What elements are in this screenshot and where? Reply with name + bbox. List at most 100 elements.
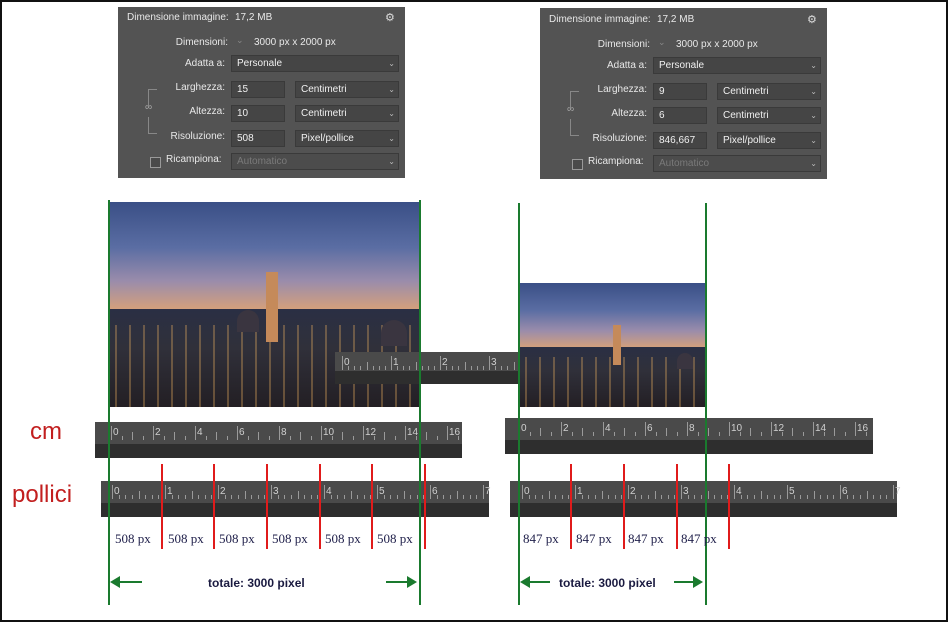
ruler-minor-tick — [753, 495, 755, 499]
ruler-major-tick — [561, 422, 562, 436]
ruler-minor-tick — [390, 495, 392, 499]
fit-select[interactable]: Personale ⌄ — [231, 55, 399, 72]
ruler-minor-tick — [667, 495, 669, 499]
ruler-minor-tick — [800, 495, 802, 499]
res-input[interactable]: 846,667 — [653, 132, 707, 149]
cm-label: cm — [30, 418, 62, 445]
ruler-minor-tick — [550, 432, 552, 436]
res-unit-select[interactable]: Pixel/pollice ⌄ — [295, 130, 399, 147]
photo-sky — [109, 202, 419, 315]
ruler-minor-tick — [396, 495, 398, 499]
ruler-minor-tick — [541, 495, 543, 499]
ruler-major-tick — [483, 485, 484, 499]
ruler-minor-tick — [343, 495, 345, 499]
resample-select[interactable]: Automatico ⌄ — [231, 153, 399, 170]
width-input[interactable]: 9 — [653, 83, 707, 100]
height-input[interactable]: 6 — [653, 107, 707, 124]
ruler-minor-tick — [641, 495, 643, 499]
resample-value: Automatico — [237, 156, 288, 167]
ruler-minor-tick — [482, 366, 484, 370]
green-guide-line — [108, 200, 110, 605]
inch-marker — [424, 464, 426, 549]
res-unit-select[interactable]: Pixel/pollice ⌄ — [717, 132, 821, 149]
gear-icon[interactable]: ⚙ — [385, 11, 395, 24]
chevron-down-icon: ⌄ — [388, 59, 395, 68]
photo-dome — [381, 320, 407, 346]
fit-select[interactable]: Personale ⌄ — [653, 57, 821, 74]
height-input[interactable]: 10 — [231, 105, 285, 122]
ruler-minor-tick — [360, 366, 362, 370]
ruler-minor-tick — [806, 495, 808, 499]
ruler-minor-tick — [767, 495, 769, 499]
resample-checkbox[interactable] — [572, 159, 583, 170]
ruler-minor-tick — [415, 436, 417, 440]
ruler-minor-tick — [378, 366, 380, 370]
fit-select-value: Personale — [237, 58, 283, 69]
chain-link-icon[interactable]: ∞ — [567, 104, 574, 115]
ruler-minor-tick — [676, 432, 678, 436]
ruler-tick-label: 7 — [485, 486, 491, 497]
ruler-minor-tick — [601, 491, 603, 499]
width-input[interactable]: 15 — [231, 81, 285, 98]
ruler-minor-tick — [216, 432, 217, 440]
ruler-tick-label: 7 — [895, 486, 901, 497]
width-unit-select[interactable]: Centimetri ⌄ — [717, 83, 821, 100]
ruler-major-tick — [813, 422, 814, 436]
ruler-major-tick — [363, 426, 364, 440]
ruler-minor-tick — [707, 491, 709, 499]
ruler-minor-tick — [290, 495, 292, 499]
ruler-major-tick — [522, 485, 523, 499]
photo-tower — [266, 272, 278, 342]
ruler-minor-tick — [773, 495, 775, 499]
ruler-major-tick — [734, 485, 735, 499]
inch-marker — [728, 464, 730, 549]
dimension-chevron-icon[interactable]: ⌄ — [236, 35, 244, 46]
ruler-minor-tick — [409, 366, 411, 370]
green-guide-line — [518, 203, 520, 605]
ruler-minor-tick — [879, 495, 881, 499]
ruler-minor-tick — [426, 432, 427, 440]
ruler-minor-tick — [125, 495, 127, 499]
ruler-minor-tick — [198, 495, 200, 499]
width-unit-select[interactable]: Centimetri ⌄ — [295, 81, 399, 98]
height-unit-select[interactable]: Centimetri ⌄ — [717, 107, 821, 124]
ruler-major-tick — [447, 426, 448, 440]
ruler-minor-tick — [244, 491, 246, 499]
res-input[interactable]: 508 — [231, 130, 285, 147]
inch-marker — [371, 464, 373, 549]
inch-marker — [161, 464, 163, 549]
inch-marker — [623, 464, 625, 549]
ruler-minor-tick — [258, 432, 259, 440]
ruler-minor-tick — [866, 491, 868, 499]
pixel-count-label: 508 px — [168, 531, 204, 546]
fit-label: Adatta a: — [184, 58, 225, 69]
chevron-down-icon: ⌄ — [810, 159, 817, 168]
ruler-minor-tick — [304, 495, 306, 499]
resample-checkbox[interactable] — [150, 157, 161, 168]
ruler-minor-tick — [289, 436, 291, 440]
ruler-tick-label: 0 — [521, 423, 527, 434]
ruler-minor-tick — [740, 495, 742, 499]
ruler-minor-tick — [495, 366, 497, 370]
height-unit-select[interactable]: Centimetri ⌄ — [295, 105, 399, 122]
resample-select[interactable]: Automatico ⌄ — [653, 155, 821, 172]
ruler-minor-tick — [846, 495, 848, 499]
chain-link-icon[interactable]: ∞ — [145, 102, 152, 113]
total-arrow-line-right-a — [528, 581, 550, 583]
inch-marker — [266, 464, 268, 549]
gear-icon[interactable]: ⚙ — [807, 13, 817, 26]
ruler-minor-tick — [436, 436, 438, 440]
ruler-inches-left: 01234567 — [101, 481, 491, 517]
fit-select-value: Personale — [659, 60, 705, 71]
total-arrow-line-left-a — [118, 581, 142, 583]
ruler-minor-tick — [118, 495, 120, 499]
dimension-chevron-icon[interactable]: ⌄ — [658, 37, 666, 48]
ruler-major-tick — [391, 356, 392, 370]
ruler-major-tick — [645, 422, 646, 436]
arrow-right-icon — [407, 576, 417, 588]
green-guide-line — [419, 200, 421, 605]
ruler-minor-tick — [463, 495, 465, 499]
ruler-minor-tick — [844, 432, 846, 436]
total-left: totale: 3000 pixel — [208, 576, 305, 590]
ruler-minor-tick — [151, 495, 153, 499]
